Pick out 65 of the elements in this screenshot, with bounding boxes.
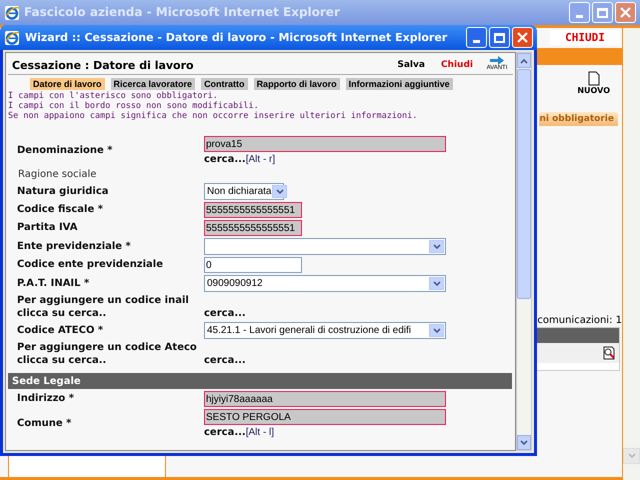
- close-icon: [517, 32, 528, 43]
- close-button[interactable]: [615, 2, 636, 23]
- info-text: I campi con l'asterisco sono obbligatori.: [8, 91, 219, 101]
- count-label: comunicazioni: 1: [537, 314, 622, 327]
- field-label: Codice ente previdenziale: [17, 258, 164, 271]
- browser-icon: [4, 4, 20, 20]
- dropdown[interactable]: 0909090912: [204, 275, 446, 292]
- search-link[interactable]: cerca...: [204, 307, 246, 320]
- scroll-down-icon: [628, 453, 636, 459]
- field-label: P.A.T. INAIL *: [17, 277, 90, 290]
- dropdown[interactable]: 45.21.1 - Lavori generali di costruzione di edifi: [204, 322, 446, 339]
- search-link[interactable]: cerca...: [204, 354, 246, 367]
- close-button[interactable]: [512, 27, 533, 48]
- input-field[interactable]: 5555555555555551: [204, 220, 302, 236]
- close-link[interactable]: Chiudi: [440, 59, 473, 72]
- dropdown[interactable]: Non dichiarata: [204, 183, 284, 200]
- field-label: Denominazione *: [17, 144, 114, 157]
- scrollbar[interactable]: [622, 28, 640, 480]
- close-icon: [620, 7, 631, 18]
- scrollbar-thumb[interactable]: [517, 69, 531, 299]
- dropdown[interactable]: [204, 238, 446, 255]
- minimize-button[interactable]: [466, 27, 487, 48]
- field-label: Natura giuridica: [17, 185, 110, 198]
- input-field[interactable]: SESTO PERGOLA: [204, 409, 446, 425]
- tab[interactable]: Rapporto di lavoro: [254, 78, 340, 90]
- search-link[interactable]: cerca...: [204, 153, 246, 166]
- field-label: Codice fiscale *: [17, 203, 104, 216]
- tab[interactable]: Datore di lavoro: [30, 78, 105, 90]
- save-link[interactable]: Salva: [397, 59, 425, 72]
- tab[interactable]: Ricerca lavoratore: [110, 78, 196, 90]
- info-text: Se non appaiono campi significa che non occorre inserire ulteriori informazioni.: [8, 111, 418, 121]
- info-text: I campi con il bordo rosso non sono modificabili.: [8, 101, 260, 111]
- field-label: Ente previdenziale *: [17, 240, 132, 253]
- document-icon: [588, 71, 600, 86]
- arrow-right-icon: [489, 56, 505, 65]
- field-label: Partita IVA: [17, 221, 78, 234]
- shortcut-hint: [Alt - l]: [246, 426, 274, 439]
- window-title: Wizard :: Cessazione - Datore di lavoro - Microsoft Internet Explorer: [25, 31, 448, 44]
- browser-icon: [4, 30, 20, 46]
- tab[interactable]: Informazioni aggiuntive: [346, 78, 453, 90]
- scrollbar[interactable]: [516, 52, 532, 451]
- tab[interactable]: Contratto: [201, 78, 248, 90]
- input-field[interactable]: hjyiyi78aaaaaa: [204, 391, 446, 407]
- shortcut-hint: [Alt - r]: [246, 153, 276, 166]
- minimize-button[interactable]: [569, 2, 590, 23]
- new-button[interactable]: NUOVO: [577, 71, 610, 96]
- search-link[interactable]: cerca...: [204, 426, 246, 439]
- field-label: Per aggiungere un codice inail clicca su cerca..: [17, 294, 190, 320]
- field-label: Codice ATECO *: [17, 324, 104, 337]
- field-label: Per aggiungere un codice Ateco clicca su cerca..: [17, 341, 197, 367]
- field-hint: Ragione sociale: [18, 168, 98, 181]
- scroll-down-icon: [520, 440, 528, 446]
- input-field[interactable]: 5555555555555551: [204, 202, 302, 218]
- document-search-icon[interactable]: [602, 346, 616, 360]
- scroll-up-icon: [520, 58, 528, 64]
- maximize-button[interactable]: [592, 2, 613, 23]
- field-label: Indirizzo *: [17, 392, 76, 405]
- section-header: Sede Legale: [8, 373, 512, 389]
- maximize-button[interactable]: [489, 27, 510, 48]
- field-label: Comune *: [17, 417, 72, 430]
- window-title: Fascicolo azienda - Microsoft Internet Explorer: [24, 6, 341, 19]
- page-heading: Cessazione : Datore di lavoro: [12, 59, 195, 72]
- input-field[interactable]: 0: [204, 257, 302, 273]
- input-field[interactable]: prova15: [204, 136, 446, 152]
- close-link[interactable]: CHIUDI: [550, 30, 620, 45]
